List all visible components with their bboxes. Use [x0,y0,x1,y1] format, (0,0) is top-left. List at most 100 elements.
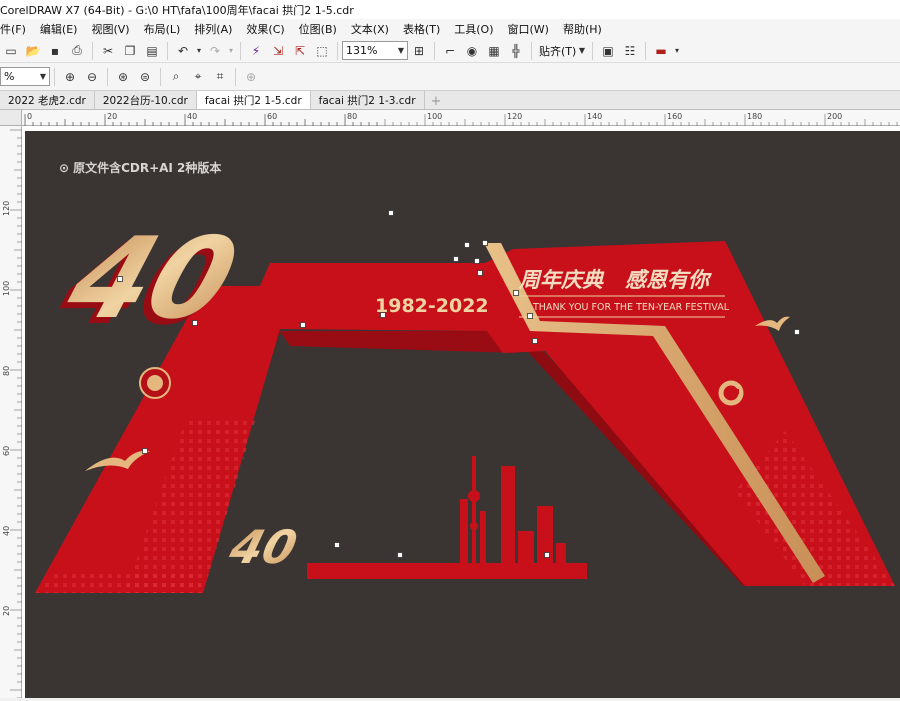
menu-item-3[interactable]: 布局(L) [137,21,188,37]
menu-item-10[interactable]: 窗口(W) [501,21,556,37]
publish-pdf-icon[interactable]: ⬚ [311,41,333,61]
zoom-out-icon[interactable]: ⊖ [81,67,103,87]
view-icon[interactable]: ◉ [461,41,483,61]
drawing-canvas[interactable]: 40 40 1982-2022 周年庆典 感恩有你 THANK YOU FOR … [22,126,900,698]
zoom-all-objects-icon[interactable]: ⊜ [134,67,156,87]
version-note: ⊙ 原文件含CDR+AI 2种版本 [59,159,221,176]
search-content-icon[interactable]: ⚡ [245,41,267,61]
node-handle[interactable] [380,312,386,318]
node-handle[interactable] [142,448,148,454]
menu-bar: 件(F) 编辑(E) 视图(V) 布局(L) 排列(A) 效果(C) 位图(B) 文本(X) 表… [0,19,900,39]
menu-item-2[interactable]: 视图(V) [84,21,136,37]
menu-item-5[interactable]: 效果(C) [239,21,291,37]
node-handle[interactable] [388,210,394,216]
toolbar-more-icon[interactable]: ▾ [672,41,682,61]
application-launcher-icon[interactable]: ☷ [619,41,641,61]
ruler-label: 20 [107,112,117,121]
options-icon[interactable]: ▣ [597,41,619,61]
undo-dropdown-icon[interactable]: ▾ [194,41,204,61]
ruler-label: 120 [2,201,11,216]
new-document-icon[interactable]: ▭ [0,41,22,61]
export-icon[interactable]: ⇱ [289,41,311,61]
vertical-ruler-scale: 120 100 80 60 40 20 [2,129,22,699]
menu-item-4[interactable]: 排列(A) [187,21,239,37]
redo-dropdown-icon[interactable]: ▾ [226,41,236,61]
menu-item-7[interactable]: 文本(X) [344,21,396,37]
redo-icon[interactable]: ↷ [204,41,226,61]
document-tab-2[interactable]: facai 拱门2 1-5.cdr [196,91,311,109]
document-tab-3[interactable]: facai 拱门2 1-3.cdr [310,91,425,109]
node-handle[interactable] [532,338,538,344]
small-40-text: 40 [223,522,302,575]
node-handle[interactable] [453,256,459,262]
add-tab-icon[interactable]: + [425,94,448,109]
artwork: 40 40 1982-2022 周年庆典 感恩有你 THANK YOU FOR … [35,210,895,593]
node-handle[interactable] [334,542,340,548]
document-tabs: 2022 老虎2.cdr 2022台历-10.cdr facai 拱门2 1-5.c… [0,91,900,110]
zoom-toolbar: % ▼ ⊕ ⊖ ⊛ ⊜ ⌕ ⌖ ⌗ ⊕ [0,63,900,91]
ruler-label: 0 [27,112,32,121]
copy-icon[interactable]: ❐ [119,41,141,61]
ruler-label: 20 [2,606,11,616]
node-handle[interactable] [544,552,550,558]
ruler-label: 120 [507,112,522,121]
drawing-page[interactable]: 40 40 1982-2022 周年庆典 感恩有你 THANK YOU FOR … [25,131,900,698]
ruler-label: 80 [2,366,11,376]
window-title: CorelDRAW X7 (64-Bit) - G:\0 HT\fafa\100… [0,4,354,17]
menu-item-8[interactable]: 表格(T) [396,21,447,37]
node-handle[interactable] [474,258,480,264]
chevron-down-icon: ▼ [39,72,46,81]
chevron-down-icon: ▼ [578,46,585,55]
zoom-in-icon[interactable]: ⊕ [59,67,81,87]
guidelines-icon[interactable]: ╬ [505,41,527,61]
ruler-corner[interactable] [0,110,22,126]
zoom-level-select[interactable]: 131% ▼ [342,41,408,60]
node-handle[interactable] [794,329,800,335]
rulers-icon[interactable]: ⌐ [439,41,461,61]
node-handle[interactable] [527,313,533,319]
document-tab-1[interactable]: 2022台历-10.cdr [94,91,197,109]
save-icon[interactable]: ▪ [44,41,66,61]
ruler-label: 40 [2,526,11,536]
zoom-page-height-icon[interactable]: ⌗ [209,67,231,87]
print-icon[interactable]: ⎙ [66,41,88,61]
ruler-label: 60 [267,112,277,121]
node-handle[interactable] [192,320,198,326]
ruler-label: 80 [347,112,357,121]
menu-item-0[interactable]: 件(F) [0,21,33,37]
add-zoom-icon[interactable]: ⊕ [240,67,262,87]
menu-item-1[interactable]: 编辑(E) [33,21,85,37]
grid-icon[interactable]: ▦ [483,41,505,61]
node-handle[interactable] [482,240,488,246]
import-icon[interactable]: ⇲ [267,41,289,61]
vertical-ruler[interactable]: 120 100 80 60 40 20 [0,126,22,699]
node-handle[interactable] [513,290,519,296]
node-handle[interactable] [397,552,403,558]
menu-item-11[interactable]: 帮助(H) [556,21,609,37]
zoom-selected-icon[interactable]: ⊛ [112,67,134,87]
full-screen-icon[interactable]: ⊞ [408,41,430,61]
menu-item-6[interactable]: 位图(B) [292,21,344,37]
open-icon[interactable]: 📂 [22,41,44,61]
info-icon: ⊙ [59,160,70,175]
welcome-screen-icon[interactable]: ▬ [650,41,672,61]
node-handle[interactable] [300,322,306,328]
zoom-page-icon[interactable]: ⌕ [165,67,187,87]
paste-icon[interactable]: ▤ [141,41,163,61]
cut-icon[interactable]: ✂ [97,41,119,61]
ruler-label: 200 [827,112,842,121]
version-note-text: 原文件含CDR+AI 2种版本 [73,161,222,175]
horizontal-ruler[interactable]: 0 20 40 60 80 100 120 140 160 180 200 [22,110,900,126]
badge-left [139,367,171,399]
node-handle[interactable] [117,276,123,282]
snap-to-select[interactable]: 贴齐(T) ▼ [536,41,588,60]
zoom-small-select[interactable]: % ▼ [0,67,50,86]
menu-item-9[interactable]: 工具(O) [447,21,500,37]
zoom-page-width-icon[interactable]: ⌖ [187,67,209,87]
node-handle[interactable] [464,242,470,248]
node-handle[interactable] [477,270,483,276]
title-bar: CorelDRAW X7 (64-Bit) - G:\0 HT\fafa\100… [0,0,900,19]
undo-icon[interactable]: ↶ [172,41,194,61]
document-tab-0[interactable]: 2022 老虎2.cdr [0,91,95,109]
ruler-label: 140 [587,112,602,121]
